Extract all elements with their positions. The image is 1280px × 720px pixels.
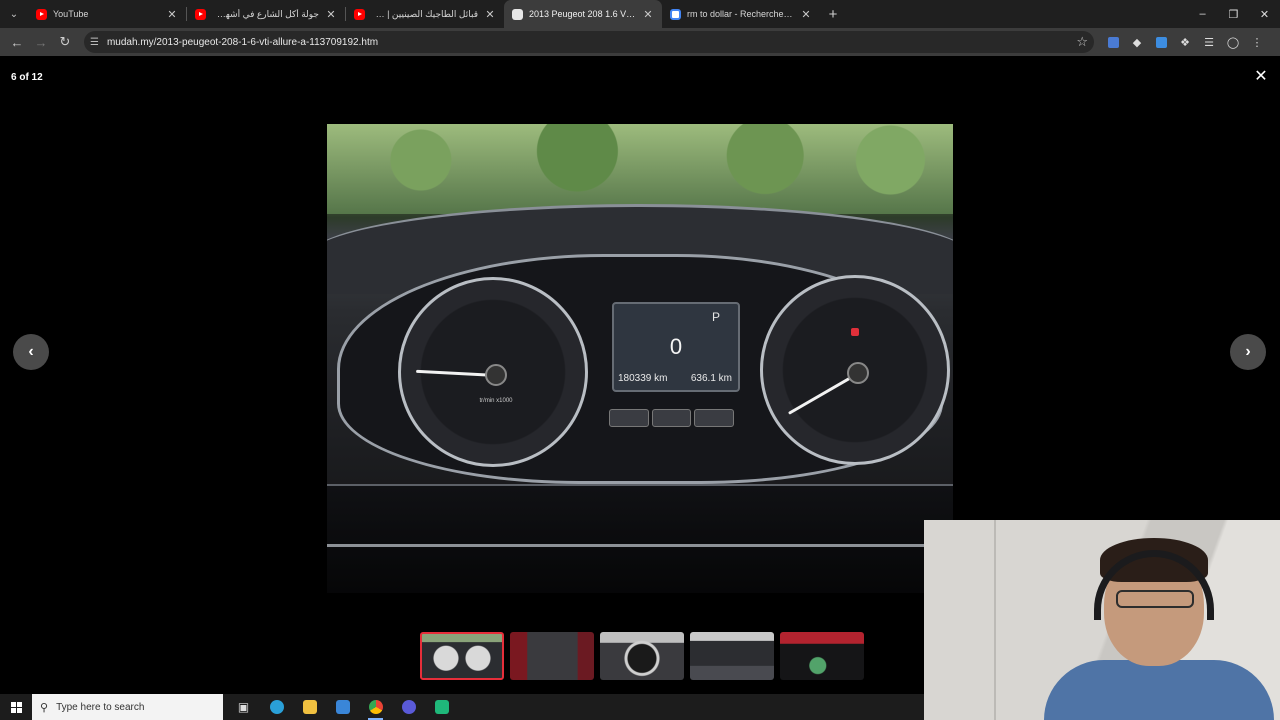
- blue-extension-icon[interactable]: [1150, 31, 1172, 53]
- tab-close-icon[interactable]: ✕: [325, 8, 337, 21]
- next-photo-button[interactable]: ›: [1230, 334, 1266, 370]
- range-reading: 636.1 km: [690, 373, 732, 384]
- site-info-icon[interactable]: ☰: [90, 37, 99, 48]
- youtube-icon: [195, 8, 206, 20]
- tab-close-icon[interactable]: ✕: [642, 8, 654, 21]
- chevron-left-icon: ‹: [28, 343, 34, 360]
- browser-toolbar: ← → ↻ ☰ mudah.my/2013-peugeot-208-1-6-vt…: [0, 28, 1280, 56]
- thumbnail-interior[interactable]: [690, 632, 774, 680]
- warning-light-icon: [851, 328, 859, 336]
- instrument-cluster: tr/min x1000 P 0 180339 km 636.1 km: [337, 254, 950, 484]
- lower-dashboard: [327, 484, 953, 593]
- tab-close-icon[interactable]: ✕: [484, 8, 496, 21]
- thumbnail-dashboard[interactable]: [420, 632, 504, 680]
- task-view-icon[interactable]: ▣: [231, 696, 256, 718]
- minimize-icon[interactable]: –: [1187, 0, 1218, 28]
- thumbnail-trunk[interactable]: [780, 632, 864, 680]
- tab-title: rm to dollar - Recherche Google: [687, 9, 794, 19]
- photo-counter: 6 of 12: [11, 72, 43, 83]
- url-text[interactable]: mudah.my/2013-peugeot-208-1-6-vti-allure…: [107, 37, 1068, 48]
- forward-arrow-icon[interactable]: →: [30, 31, 52, 53]
- person-hoodie: [1044, 660, 1274, 720]
- reload-icon[interactable]: ↻: [54, 31, 76, 53]
- file-explorer-icon[interactable]: [297, 696, 322, 718]
- extensions-row: ◆ ❖ ☰ ◯ ⋮: [1102, 31, 1268, 53]
- youtube-icon: [354, 8, 365, 20]
- gauge-hub: [485, 364, 507, 386]
- edge-icon[interactable]: [264, 696, 289, 718]
- new-tab-plus-icon[interactable]: +: [820, 6, 846, 23]
- cluster-buttons: [609, 409, 735, 427]
- window-controls: – ❐ ✕: [1187, 0, 1280, 28]
- main-photo-dashboard: tr/min x1000 P 0 180339 km 636.1 km: [327, 124, 953, 593]
- windows-start-button[interactable]: [0, 694, 32, 720]
- tab-title: 2013 Peugeot 208 1.6 VTi ALLURE: [529, 9, 636, 19]
- tab-youtube[interactable]: YouTube ✕: [28, 0, 186, 28]
- tachometer-label: tr/min x1000: [479, 398, 513, 404]
- tab-title: جولة أكل الشارع في أشهر شارع ...: [212, 8, 319, 19]
- search-placeholder: Type here to search: [56, 701, 145, 713]
- tab-close-icon[interactable]: ✕: [166, 8, 178, 21]
- translate-extension-icon[interactable]: [1102, 31, 1124, 53]
- speedometer-gauge: [760, 275, 950, 465]
- restore-icon[interactable]: ❐: [1218, 0, 1249, 28]
- gauge-hub: [847, 362, 869, 384]
- pinned-apps: ▣: [231, 696, 454, 720]
- dashboard-trim: [327, 544, 953, 547]
- bookmark-star-icon[interactable]: ☆: [1076, 34, 1088, 50]
- tab-street-food-video[interactable]: جولة أكل الشارع في أشهر شارع ... ✕: [187, 0, 345, 28]
- obs-icon[interactable]: [396, 696, 421, 718]
- webcam-overlay: [924, 520, 1280, 720]
- media-control-icon[interactable]: ☰: [1198, 31, 1220, 53]
- search-icon: ⚲: [40, 701, 49, 714]
- tab-peugeot-listing[interactable]: 2013 Peugeot 208 1.6 VTi ALLURE ✕: [504, 0, 662, 28]
- gear-indicator: P: [711, 310, 720, 324]
- cluster-button: [651, 409, 692, 427]
- google-icon: [670, 8, 681, 20]
- thumbnail-strip: [420, 632, 864, 680]
- address-bar[interactable]: ☰ mudah.my/2013-peugeot-208-1-6-vti-allu…: [84, 31, 1094, 53]
- puzzle-extensions-icon[interactable]: ❖: [1174, 31, 1196, 53]
- windows-logo-icon: [10, 701, 22, 713]
- thumbnail-steering-wheel[interactable]: [600, 632, 684, 680]
- windows-taskbar: ⚲ Type here to search ▣: [0, 694, 924, 720]
- tab-google-search[interactable]: rm to dollar - Recherche Google ✕: [662, 0, 820, 28]
- tab-search-chevron-icon[interactable]: ⌄: [0, 0, 28, 28]
- tachometer-gauge: tr/min x1000: [398, 277, 588, 467]
- taskbar-search-box[interactable]: ⚲ Type here to search: [32, 694, 223, 720]
- youtube-icon: [36, 8, 47, 20]
- thumbnail-rear-seats[interactable]: [510, 632, 594, 680]
- photo-background-trees: [327, 124, 953, 214]
- back-arrow-icon[interactable]: ←: [6, 31, 28, 53]
- trip-computer-display: P 0 180339 km 636.1 km: [612, 302, 740, 392]
- tab-tajik-video[interactable]: قبائل الطاجيك الصينيين | مسلمو... ✕: [346, 0, 504, 28]
- digital-speed: 0: [669, 334, 683, 359]
- close-gallery-icon[interactable]: ✕: [1252, 68, 1270, 86]
- profile-avatar-icon[interactable]: ◯: [1222, 31, 1244, 53]
- cluster-button: [694, 409, 735, 427]
- tab-title: YouTube: [53, 9, 89, 19]
- close-window-icon[interactable]: ✕: [1249, 0, 1280, 28]
- green-app-icon[interactable]: [429, 696, 454, 718]
- document-icon: [512, 8, 523, 20]
- previous-photo-button[interactable]: ‹: [13, 334, 49, 370]
- odometer-reading: 180339 km: [618, 373, 668, 384]
- tab-close-icon[interactable]: ✕: [800, 8, 812, 21]
- tab-title: قبائل الطاجيك الصينيين | مسلمو...: [371, 8, 478, 19]
- diamond-extension-icon[interactable]: ◆: [1126, 31, 1148, 53]
- cluster-button: [609, 409, 649, 427]
- chrome-icon[interactable]: [363, 696, 388, 720]
- microsoft-store-icon[interactable]: [330, 696, 355, 718]
- browser-menu-icon[interactable]: ⋮: [1246, 31, 1268, 53]
- glasses-icon: [1116, 590, 1194, 608]
- chevron-right-icon: ›: [1245, 343, 1251, 360]
- browser-tab-strip: ⌄ YouTube ✕ جولة أكل الشارع في أشهر شارع…: [0, 0, 1280, 28]
